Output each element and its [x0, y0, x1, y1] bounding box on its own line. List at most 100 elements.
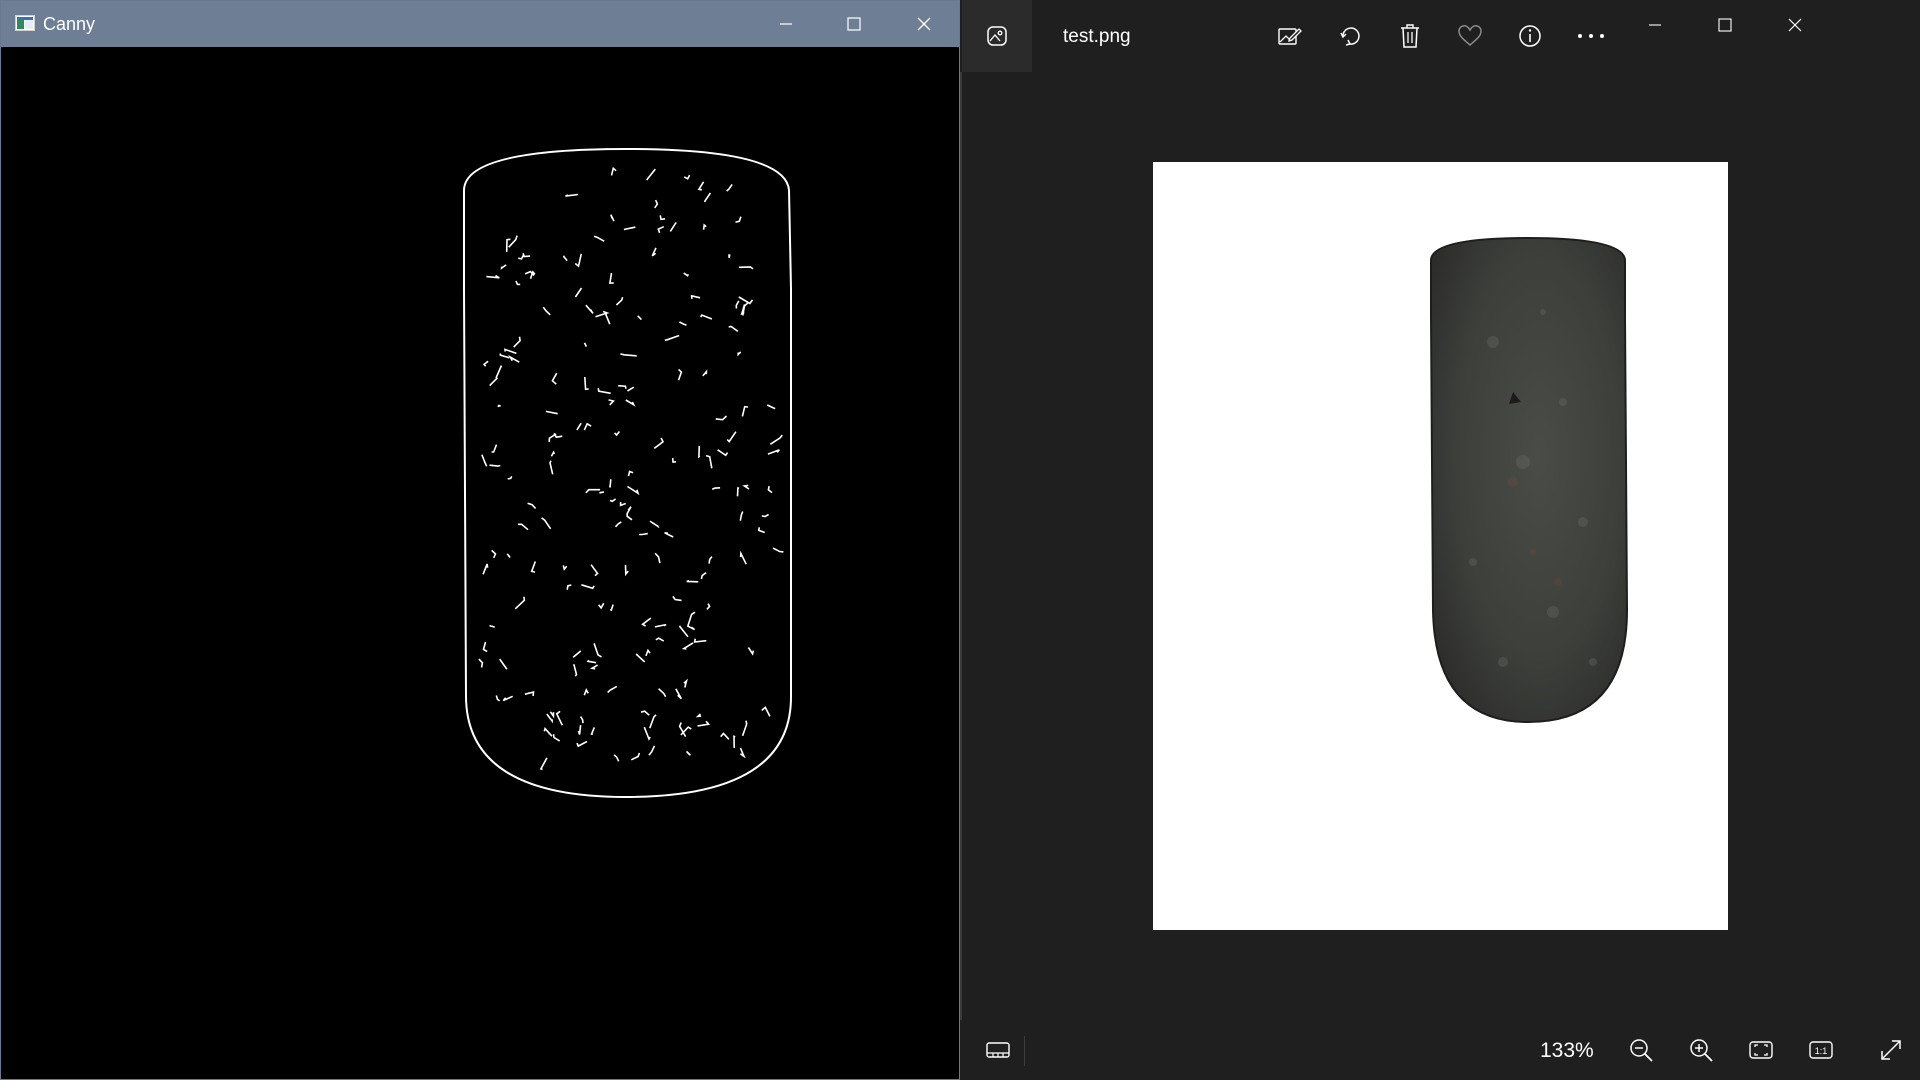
edge-fragment	[711, 487, 721, 490]
maximize-button[interactable]	[819, 1, 889, 47]
edge-fragment	[772, 547, 784, 553]
edge-fragment	[735, 300, 740, 309]
edge-fragment	[655, 637, 665, 642]
window-border	[960, 0, 962, 1080]
edge-fragment	[659, 215, 666, 221]
edge-fragment	[675, 688, 682, 700]
edge-fragment	[736, 487, 740, 497]
edge-fragment	[608, 399, 615, 406]
close-button[interactable]	[889, 1, 959, 47]
edge-fragment	[654, 623, 667, 628]
edge-fragment	[593, 235, 605, 242]
edge-fragment	[741, 720, 748, 737]
maximize-button[interactable]	[1690, 0, 1760, 50]
edge-fragment	[615, 296, 624, 306]
edge-fragment	[681, 642, 694, 650]
close-button[interactable]	[1760, 0, 1830, 50]
info-button[interactable]	[1508, 14, 1552, 58]
edge-fragment	[695, 713, 702, 718]
photo-gallery-icon	[987, 26, 1007, 46]
edge-fragment	[699, 314, 713, 320]
edge-fragment	[625, 399, 636, 407]
edge-fragment	[514, 596, 526, 610]
edge-fragment	[720, 732, 730, 740]
canny-edge-image	[1, 47, 959, 1079]
filmstrip-button[interactable]	[976, 1028, 1020, 1072]
edge-fragment	[553, 432, 563, 439]
edge-fragment	[683, 678, 688, 688]
edge-fragment	[686, 611, 696, 627]
edge-fragment	[614, 521, 622, 528]
edge-fragment	[649, 520, 660, 529]
edge-fragment	[687, 625, 696, 631]
edge-fragment	[579, 716, 584, 724]
actual-size-button[interactable]: 1:1	[1799, 1028, 1843, 1072]
photos-home-button[interactable]	[962, 0, 1032, 72]
maximize-icon	[847, 17, 861, 31]
edge-fragment	[604, 313, 611, 325]
favorite-button[interactable]	[1448, 14, 1492, 58]
edge-fragment	[577, 725, 582, 735]
edit-icon	[1278, 28, 1302, 45]
edge-fragment	[478, 658, 484, 668]
edge-fragment	[610, 604, 614, 611]
photo-image	[1153, 162, 1728, 930]
edge-fragment	[739, 511, 744, 521]
edge-fragment	[769, 434, 783, 445]
edge-fragment	[527, 502, 537, 510]
edge-fragment	[738, 266, 754, 270]
edit-button[interactable]	[1267, 14, 1311, 58]
edge-fragment	[619, 502, 626, 507]
edge-fragment	[508, 354, 520, 363]
zoom-out-icon	[1630, 1039, 1653, 1062]
canny-titlebar[interactable]: Canny	[1, 1, 959, 47]
edge-fragment	[672, 595, 682, 602]
edge-fragment	[555, 710, 564, 726]
edge-outline	[463, 147, 792, 799]
edge-fragment	[657, 225, 665, 234]
edge-fragment	[715, 415, 728, 421]
edge-fragment	[646, 168, 656, 181]
canny-window: Canny	[0, 0, 960, 1080]
edge-fragment	[542, 306, 551, 316]
edge-fragment	[626, 513, 633, 521]
edge-fragment	[552, 734, 561, 742]
zoom-out-button[interactable]	[1619, 1028, 1663, 1072]
more-icon	[1578, 34, 1604, 38]
edge-fragment	[590, 564, 599, 577]
edge-fragment	[545, 410, 558, 415]
edge-fragment	[702, 369, 708, 377]
fit-to-window-button[interactable]	[1739, 1028, 1783, 1072]
edge-fragment	[679, 321, 687, 326]
edge-fragment	[613, 754, 620, 762]
edge-fragment	[651, 247, 657, 257]
edge-fragment	[583, 422, 592, 431]
rotate-button[interactable]	[1328, 14, 1372, 58]
more-button[interactable]	[1569, 14, 1613, 58]
fullscreen-icon	[1881, 1040, 1901, 1060]
edge-fragment	[507, 475, 513, 480]
window-title: Canny	[43, 14, 96, 34]
app-image-icon	[15, 15, 35, 31]
minimize-button[interactable]	[1620, 0, 1690, 50]
edge-fragment	[598, 602, 605, 610]
edge-fragment	[761, 706, 771, 717]
svg-text:1:1: 1:1	[1815, 1046, 1828, 1056]
close-icon	[917, 17, 931, 31]
edge-fragment	[482, 360, 489, 367]
edge-fragment	[609, 479, 612, 488]
delete-button[interactable]	[1388, 14, 1432, 58]
edge-fragment	[766, 404, 776, 410]
edge-fragment	[739, 550, 747, 565]
edge-fragment	[566, 584, 572, 590]
photos-window: test.png 133% 1:1	[960, 0, 1920, 1080]
edge-fragment	[742, 302, 749, 316]
minimize-button[interactable]	[751, 1, 821, 47]
edge-fragment	[697, 181, 705, 191]
edge-fragment	[562, 565, 568, 571]
edge-fragment	[585, 488, 601, 494]
edge-fragment	[761, 513, 769, 518]
zoom-in-button[interactable]	[1679, 1028, 1723, 1072]
fullscreen-button[interactable]	[1869, 1028, 1913, 1072]
edge-fragment	[728, 325, 739, 333]
